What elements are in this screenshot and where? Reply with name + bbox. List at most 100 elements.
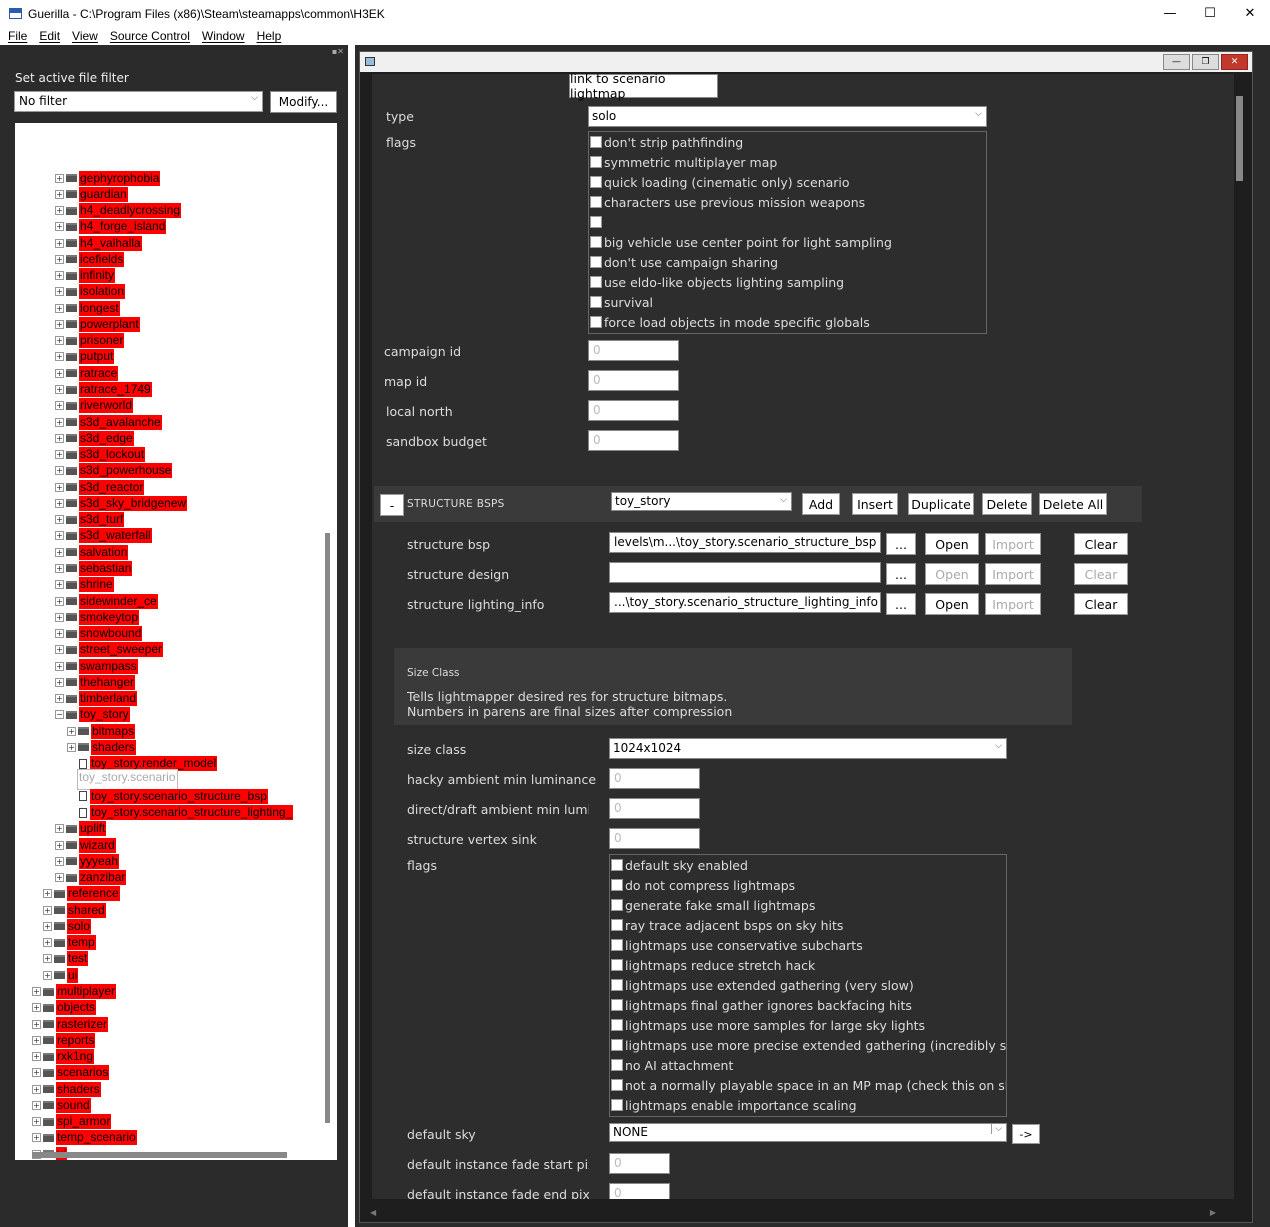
- clear-button[interactable]: Clear: [1074, 593, 1128, 615]
- tree-item[interactable]: + gephyrophobia: [55, 170, 161, 186]
- fade-start-field[interactable]: 0: [609, 1153, 670, 1174]
- tree-item[interactable]: + infinity: [55, 268, 116, 284]
- expand-icon[interactable]: +: [55, 173, 64, 183]
- flag-checkbox-row[interactable]: generate fake small lightmaps: [611, 895, 815, 915]
- open-button[interactable]: Open: [925, 563, 979, 585]
- menu-source-control[interactable]: Source Control: [110, 29, 190, 43]
- clear-button[interactable]: Clear: [1074, 563, 1128, 585]
- flag-checkbox-row[interactable]: lightmaps final gather ignores backfacin…: [611, 995, 912, 1015]
- flag-checkbox-row[interactable]: lightmaps use extended gathering (very s…: [611, 975, 914, 995]
- panel-pin-icon[interactable]: ▪✕: [332, 47, 344, 56]
- expand-icon[interactable]: +: [55, 287, 64, 297]
- flag-checkbox-row[interactable]: lightmaps use more precise extended gath…: [611, 1035, 1006, 1055]
- tree-item[interactable]: + snowbound: [55, 626, 143, 642]
- filter-dropdown[interactable]: No filter ⌵: [14, 91, 263, 112]
- tree-item[interactable]: + s3d_avalanche: [55, 414, 162, 430]
- expand-icon[interactable]: +: [55, 596, 64, 606]
- checkbox[interactable]: [611, 1079, 623, 1091]
- goto-sky-button[interactable]: ->: [1012, 1124, 1040, 1144]
- expand-icon[interactable]: +: [55, 661, 64, 671]
- expand-icon[interactable]: +: [55, 189, 64, 199]
- reference-path-field[interactable]: ...\toy_story.scenario_structure_lightin…: [609, 592, 881, 613]
- expand-icon[interactable]: +: [32, 1100, 41, 1110]
- checkbox[interactable]: [590, 276, 602, 288]
- expand-icon[interactable]: +: [55, 873, 64, 883]
- reference-path-field[interactable]: levels\m...\toy_story.scenario_structure…: [609, 532, 881, 553]
- tree-item[interactable]: + sidewinder_ce: [55, 593, 158, 609]
- local-north-field[interactable]: 0: [588, 400, 679, 421]
- expand-icon[interactable]: +: [32, 1019, 41, 1029]
- clear-button[interactable]: Clear: [1074, 533, 1128, 555]
- tree-item[interactable]: toy_story.scenario: [77, 769, 178, 791]
- tree-item[interactable]: + ui: [43, 967, 79, 983]
- tree-item[interactable]: + rasterizer: [32, 1016, 109, 1032]
- tree-item[interactable]: + spi_armor: [32, 1114, 112, 1130]
- expand-icon[interactable]: +: [55, 450, 64, 460]
- expand-icon[interactable]: +: [55, 417, 64, 427]
- menu-window[interactable]: Window: [202, 29, 245, 43]
- browse-button[interactable]: ...: [886, 563, 916, 585]
- tree-item[interactable]: + sound: [32, 1097, 91, 1113]
- checkbox[interactable]: [590, 196, 602, 208]
- maximize-button[interactable]: ☐: [1190, 0, 1230, 27]
- tree-item[interactable]: + thehanger: [55, 674, 136, 690]
- size-class-dropdown[interactable]: 1024x1024 ⌵: [609, 738, 1007, 759]
- expand-icon[interactable]: +: [55, 547, 64, 557]
- direct-ambient-field[interactable]: 0: [609, 798, 700, 819]
- expand-icon[interactable]: +: [32, 1084, 41, 1094]
- map-id-field[interactable]: 0: [588, 370, 679, 391]
- expand-icon[interactable]: +: [55, 856, 64, 866]
- expand-icon[interactable]: +: [55, 385, 64, 394]
- expand-icon[interactable]: +: [55, 498, 64, 508]
- reference-path-field[interactable]: [609, 562, 881, 583]
- checkbox[interactable]: [611, 939, 623, 951]
- tree-scrollbar-thumb[interactable]: [325, 533, 330, 1123]
- expand-icon[interactable]: +: [67, 742, 76, 752]
- duplicate-button[interactable]: Duplicate: [908, 493, 974, 515]
- tree-item[interactable]: + longest: [55, 300, 120, 316]
- expand-icon[interactable]: +: [55, 303, 64, 313]
- expand-icon[interactable]: +: [55, 612, 64, 622]
- flag-checkbox-row[interactable]: default sky enabled: [611, 855, 748, 875]
- flag-checkbox-row[interactable]: survival: [590, 292, 653, 312]
- expand-icon[interactable]: +: [55, 466, 64, 476]
- collapse-block-button[interactable]: -: [380, 494, 404, 516]
- expand-icon[interactable]: +: [55, 580, 64, 590]
- checkbox[interactable]: [590, 156, 602, 168]
- tree-item[interactable]: + rxk1ng: [32, 1049, 95, 1065]
- flag-checkbox-row[interactable]: do not compress lightmaps: [611, 875, 795, 895]
- editor-vertical-scrollbar[interactable]: [1236, 82, 1244, 1192]
- tree-item[interactable]: + smokeytop: [55, 609, 140, 625]
- checkbox[interactable]: [611, 879, 623, 891]
- tree-item[interactable]: + s3d_edge: [55, 430, 134, 446]
- expand-icon[interactable]: +: [43, 905, 52, 915]
- flag-checkbox-row[interactable]: ray trace adjacent bsps on sky hits: [611, 915, 843, 935]
- expand-icon[interactable]: +: [32, 1035, 41, 1045]
- mdi-restore-button[interactable]: ❐: [1192, 54, 1219, 70]
- checkbox[interactable]: [611, 919, 623, 931]
- menu-edit[interactable]: Edit: [39, 29, 60, 43]
- expand-icon[interactable]: +: [55, 515, 64, 525]
- flag-checkbox-row[interactable]: lightmaps reduce stretch hack: [611, 955, 815, 975]
- tree-item[interactable]: + riverworld: [55, 398, 134, 414]
- tree-item[interactable]: + ratrace: [55, 365, 119, 381]
- expand-icon[interactable]: +: [55, 401, 64, 411]
- tree-scrollbar[interactable]: [325, 133, 331, 1166]
- expand-icon[interactable]: +: [55, 368, 64, 378]
- tree-item[interactable]: + wizard: [55, 837, 116, 853]
- flag-checkbox-row[interactable]: not a normally playable space in an MP m…: [611, 1075, 1006, 1095]
- insert-button[interactable]: Insert: [852, 493, 898, 515]
- menu-file[interactable]: File: [8, 29, 27, 43]
- expand-icon[interactable]: +: [55, 238, 64, 248]
- tree-item[interactable]: + s3d_reactor: [55, 479, 145, 495]
- expand-icon[interactable]: +: [55, 482, 64, 492]
- tree-item[interactable]: + sebastian: [55, 560, 133, 576]
- tree-item[interactable]: + shrine: [55, 577, 114, 593]
- tree-item[interactable]: + putput: [55, 349, 115, 365]
- checkbox[interactable]: [611, 999, 623, 1011]
- expand-icon[interactable]: +: [55, 254, 64, 264]
- browse-button[interactable]: ...: [886, 533, 916, 555]
- tree-item[interactable]: + ratrace_1749: [55, 382, 152, 398]
- expand-icon[interactable]: +: [55, 677, 64, 687]
- tree-item[interactable]: − toy_story: [55, 707, 130, 723]
